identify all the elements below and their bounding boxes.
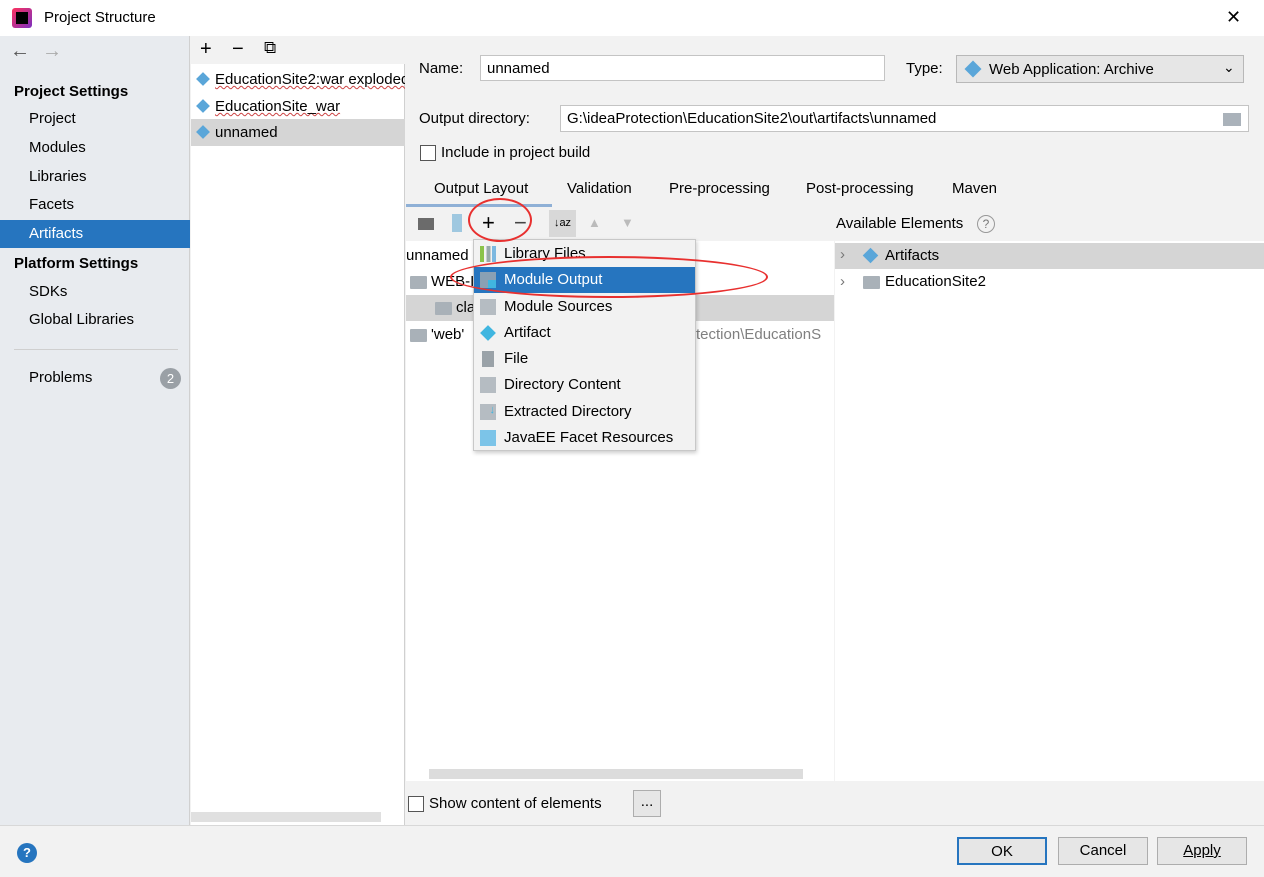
remove-artifact-button[interactable]: −	[232, 38, 244, 61]
extracted-directory-icon: ↓	[480, 404, 496, 420]
folder-icon	[435, 302, 452, 315]
output-directory-input[interactable]	[560, 105, 1249, 132]
move-down-button[interactable]: ▼	[621, 215, 634, 230]
folder-icon	[410, 329, 427, 342]
tree-item-web-path: tection\EducationS	[696, 326, 822, 343]
forward-button[interactable]: →	[42, 40, 62, 63]
list-item[interactable]: EducationSite_war	[191, 93, 405, 120]
web-app-icon	[964, 60, 982, 78]
artifacts-toolbar: + − ⧉	[191, 36, 405, 64]
show-content-label: Show content of elements	[429, 795, 602, 812]
show-content-checkbox[interactable]	[408, 796, 424, 812]
tree-item-web[interactable]: 'web'	[431, 326, 464, 343]
artifact-icon	[480, 325, 496, 341]
add-artifact-button[interactable]: +	[200, 38, 212, 61]
problems-count-badge: 2	[160, 368, 181, 389]
sidebar-item-sdks[interactable]: SDKs	[0, 278, 190, 306]
file-icon	[482, 351, 494, 367]
module-sources-icon	[480, 299, 496, 315]
help-button[interactable]: ?	[17, 843, 37, 863]
show-content-options-button[interactable]: ...	[633, 790, 661, 817]
menu-item-module-sources[interactable]: Module Sources	[474, 294, 695, 320]
create-directory-icon[interactable]	[418, 218, 434, 230]
sort-button[interactable]: ↓az	[549, 210, 576, 237]
artifact-icon	[196, 72, 210, 86]
platform-settings-heading: Platform Settings	[14, 255, 139, 272]
menu-item-directory-content[interactable]: Directory Content	[474, 372, 695, 398]
include-in-build-label: Include in project build	[441, 144, 591, 161]
folder-icon	[410, 276, 427, 289]
menu-item-javaee-facet-resources[interactable]: JavaEE Facet Resources	[474, 425, 695, 451]
title-bar: Project Structure ✕	[0, 0, 1264, 36]
help-icon[interactable]: ?	[977, 215, 995, 233]
menu-item-artifact[interactable]: Artifact	[474, 320, 695, 346]
sidebar-item-facets[interactable]: Facets	[0, 191, 190, 219]
sidebar: ← → Project Settings Project Modules Lib…	[0, 36, 190, 825]
tab-output-layout[interactable]: Output Layout	[434, 180, 528, 197]
artifact-icon	[196, 99, 210, 113]
archive-icon[interactable]	[452, 214, 462, 232]
list-item-selected[interactable]: unnamed	[191, 119, 405, 146]
tab-post-processing[interactable]: Post-processing	[806, 180, 914, 197]
annotation-ellipse-module-output	[450, 256, 768, 298]
close-button[interactable]: ✕	[1226, 7, 1241, 28]
list-item[interactable]: EducationSite2:war exploded	[191, 66, 405, 93]
apply-button[interactable]: Apply	[1157, 837, 1247, 865]
type-dropdown[interactable]: Web Application: Archive ⌄	[956, 55, 1244, 83]
available-elements-tree: › Artifacts › EducationSite2	[835, 241, 1264, 781]
sidebar-item-global-libraries[interactable]: Global Libraries	[0, 306, 190, 334]
output-directory-label: Output directory:	[419, 110, 530, 127]
available-item-artifacts[interactable]: › Artifacts	[835, 243, 1264, 269]
artifact-icon	[196, 125, 210, 139]
library-icon	[480, 246, 496, 262]
horizontal-scrollbar[interactable]	[191, 812, 381, 822]
available-elements-title: Available Elements	[836, 215, 964, 232]
name-label: Name:	[419, 60, 464, 77]
folder-icon	[480, 377, 496, 393]
name-input[interactable]	[480, 55, 885, 81]
artifacts-list: + − ⧉ EducationSite2:war exploded Educat…	[191, 36, 405, 825]
menu-item-extracted-directory[interactable]: ↓ Extracted Directory	[474, 399, 695, 425]
chevron-right-icon[interactable]: ›	[840, 273, 845, 290]
cancel-button[interactable]: Cancel	[1058, 837, 1148, 865]
tree-item-root[interactable]: unnamed	[406, 247, 469, 264]
type-label: Type:	[906, 60, 943, 77]
annotation-circle-add-button	[468, 198, 532, 242]
move-up-button[interactable]: ▲	[588, 215, 601, 230]
window-title: Project Structure	[44, 9, 156, 26]
available-item-educationsite2[interactable]: EducationSite2	[885, 273, 986, 290]
tab-pre-processing[interactable]: Pre-processing	[669, 180, 770, 197]
include-in-build-checkbox[interactable]	[420, 145, 436, 161]
sidebar-item-project[interactable]: Project	[0, 105, 190, 133]
sidebar-item-artifacts[interactable]: Artifacts	[0, 220, 190, 248]
divider	[14, 349, 178, 350]
menu-item-file[interactable]: File	[474, 346, 695, 372]
tab-maven[interactable]: Maven	[952, 180, 997, 197]
intellij-logo-icon	[12, 8, 32, 28]
chevron-down-icon: ⌄	[1223, 59, 1235, 75]
javaee-facet-icon	[480, 430, 496, 446]
sidebar-item-modules[interactable]: Modules	[0, 134, 190, 162]
back-button[interactable]: ←	[10, 40, 30, 63]
artifact-icon	[862, 247, 879, 264]
project-settings-heading: Project Settings	[14, 83, 129, 100]
copy-artifact-button[interactable]: ⧉	[264, 38, 276, 58]
chevron-right-icon[interactable]: ›	[840, 246, 845, 263]
horizontal-scrollbar[interactable]	[429, 769, 803, 779]
ok-button[interactable]: OK	[957, 837, 1047, 865]
sidebar-item-libraries[interactable]: Libraries	[0, 163, 190, 191]
module-folder-icon	[863, 276, 880, 289]
browse-folder-icon[interactable]	[1223, 113, 1241, 126]
tab-validation[interactable]: Validation	[567, 180, 632, 197]
